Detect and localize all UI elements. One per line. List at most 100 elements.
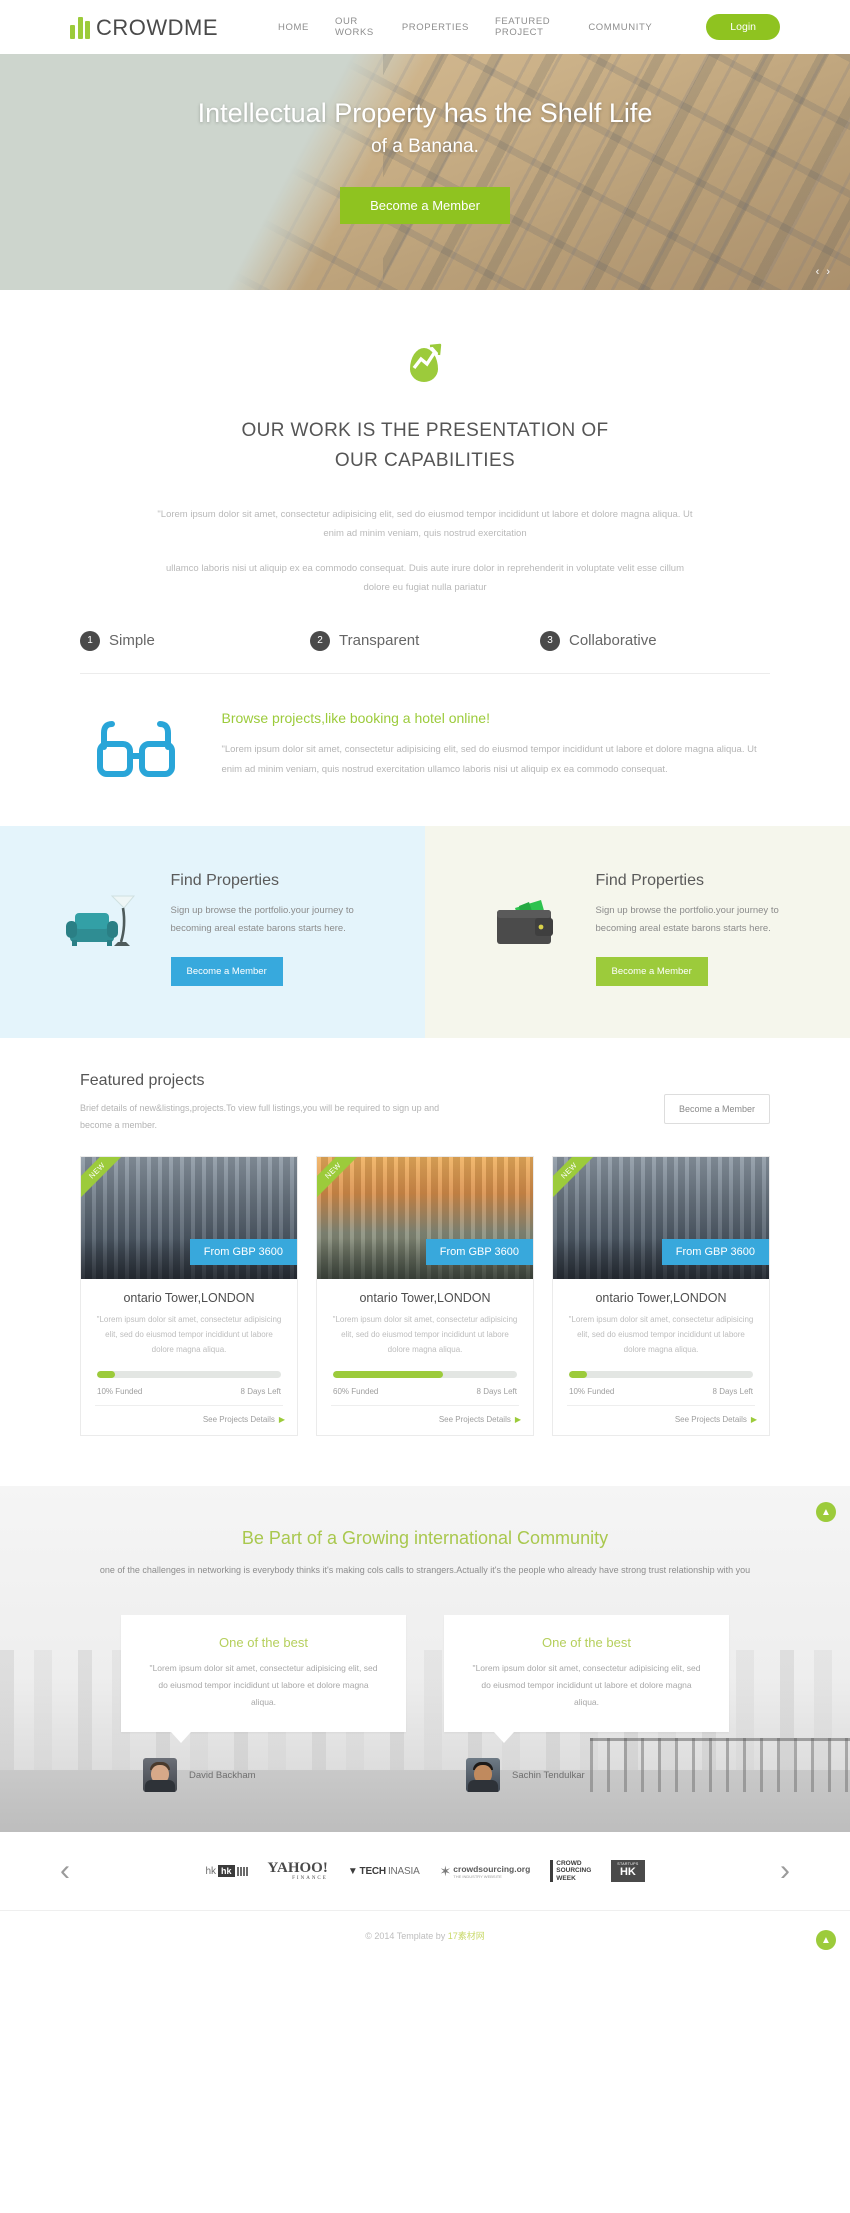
- nav-item-community[interactable]: COMMUNITY: [588, 22, 652, 33]
- see-project-details-link[interactable]: See Projects Details ▶: [317, 1406, 533, 1435]
- hero-slider-arrows[interactable]: ‹ ›: [816, 266, 832, 278]
- main-navigation: HOME OUR WORKS PROPERTIES FEATURED PROJE…: [278, 14, 780, 40]
- funded-label: 60% Funded: [333, 1387, 379, 1397]
- our-work-paragraph-1: "Lorem ipsum dolor sit amet, consectetur…: [157, 508, 693, 539]
- hero-slider: Intellectual Property has the Shelf Life…: [0, 54, 850, 290]
- funding-progress-fill: [333, 1371, 444, 1379]
- crowdsourcing-org-logo: ✶ crowdsourcing.org THE INDUSTRY WEBSITE: [439, 1862, 531, 1879]
- find-properties-panel-blue: Find Properties Sign up browse the portf…: [0, 825, 425, 1038]
- days-left-label: 8 Days Left: [240, 1387, 281, 1397]
- panel-become-member-button-cream[interactable]: Become a Member: [595, 956, 708, 986]
- step-number: 2: [310, 630, 330, 651]
- testimonial-author: David Backham: [121, 1758, 406, 1793]
- funding-progress-fill: [97, 1371, 116, 1379]
- carousel-prev-button[interactable]: ‹: [60, 1856, 70, 1886]
- work-step-collaborative[interactable]: 3 Collaborative: [540, 630, 770, 651]
- client-logos-carousel: ‹ hk hk YAHOO! FINANCE ▼ TECH INASIA ✶ cro…: [0, 1832, 850, 1911]
- panel-body: Sign up browse the portfolio.your journe…: [170, 904, 354, 935]
- browse-body-text: "Lorem ipsum dolor sit amet, consectetur…: [221, 743, 757, 775]
- wallet-icon: [488, 872, 574, 986]
- project-title: ontario Tower,LONDON: [359, 1291, 491, 1305]
- step-number: 3: [540, 630, 560, 651]
- our-work-heading: OUR WORK IS THE PRESENTATION OF OUR CAPA…: [0, 416, 850, 477]
- panel-title: Find Properties: [595, 871, 705, 889]
- panel-body: Sign up browse the portfolio.your journe…: [595, 904, 779, 935]
- avatar: [143, 1758, 177, 1793]
- carousel-next-button[interactable]: ›: [780, 1856, 790, 1886]
- funding-progress-bar: [97, 1371, 281, 1379]
- nav-item-our-works[interactable]: OUR WORKS: [335, 16, 376, 38]
- price-badge: From GBP 3600: [425, 1239, 533, 1265]
- hero-title-line1: Intellectual Property has the Shelf Life: [197, 98, 653, 128]
- funded-label: 10% Funded: [97, 1387, 143, 1397]
- find-properties-panels: Find Properties Sign up browse the portf…: [0, 825, 850, 1038]
- panel-title: Find Properties: [170, 871, 280, 889]
- hero-become-member-button[interactable]: Become a Member: [340, 186, 510, 224]
- new-ribbon-badge: NEW: [317, 1157, 364, 1202]
- testimonial-quote: "Lorem ipsum dolor sit amet, consectetur…: [149, 1663, 378, 1707]
- logo-bars-icon: [70, 15, 90, 39]
- tech-in-asia-logo: ▼ TECH INASIA: [347, 1865, 420, 1877]
- featured-subtitle: Brief details of new&listings,projects.T…: [80, 1102, 440, 1130]
- play-arrow-icon: ▶: [750, 1415, 757, 1425]
- project-description: "Lorem ipsum dolor sit amet, consectetur…: [332, 1315, 518, 1354]
- project-image: NEW From GBP 3600: [553, 1157, 769, 1279]
- testimonial-author: Sachin Tendulkar: [444, 1758, 729, 1793]
- funded-label: 10% Funded: [569, 1387, 615, 1397]
- work-step-transparent[interactable]: 2 Transparent: [310, 630, 540, 651]
- funding-progress-bar: [333, 1371, 517, 1379]
- featured-become-member-button[interactable]: Become a Member: [663, 1093, 770, 1124]
- work-step-simple[interactable]: 1 Simple: [80, 630, 310, 651]
- play-arrow-icon: ▶: [514, 1415, 521, 1425]
- see-project-details-link[interactable]: See Projects Details ▶: [553, 1406, 769, 1435]
- nav-item-featured-project[interactable]: FEATURED PROJECT: [495, 16, 562, 38]
- project-card[interactable]: NEW From GBP 3600 ontario Tower,LONDON "…: [552, 1156, 770, 1437]
- work-steps: 1 Simple 2 Transparent 3 Collaborative: [80, 630, 770, 674]
- community-section: ▲ Be Part of a Growing international Com…: [0, 1486, 850, 1833]
- site-header: CROWDME HOME OUR WORKS PROPERTIES FEATUR…: [0, 0, 850, 54]
- funding-progress-bar: [569, 1371, 753, 1379]
- testimonial-quote: "Lorem ipsum dolor sit amet, consectetur…: [472, 1663, 701, 1707]
- site-footer: © 2014 Template by 17素材网 ▲: [0, 1910, 850, 1961]
- community-subtitle: one of the challenges in networking is e…: [99, 1565, 751, 1576]
- testimonial-heading: One of the best: [542, 1635, 631, 1651]
- our-work-heading-line1: OUR WORK IS THE PRESENTATION OF: [241, 420, 609, 441]
- hero-title: Intellectual Property has the Shelf Life…: [0, 94, 850, 161]
- see-project-details-link[interactable]: See Projects Details ▶: [81, 1406, 297, 1435]
- step-label: Simple: [109, 632, 155, 650]
- panel-become-member-button-blue[interactable]: Become a Member: [170, 956, 283, 986]
- step-label: Collaborative: [569, 632, 657, 650]
- scroll-to-top-button[interactable]: ▲: [816, 1930, 836, 1951]
- sofa-lamp-icon: [63, 872, 149, 986]
- growth-arrow-icon: [408, 342, 442, 382]
- project-card[interactable]: NEW From GBP 3600 ontario Tower,LONDON "…: [80, 1156, 298, 1437]
- our-work-paragraph-2: ullamco laboris nisi ut aliquip ex ea co…: [165, 562, 685, 593]
- testimonial: One of the best "Lorem ipsum dolor sit a…: [444, 1615, 729, 1793]
- login-button[interactable]: Login: [706, 14, 780, 40]
- browse-heading: Browse projects,like booking a hotel onl…: [221, 709, 490, 726]
- avatar: [466, 1758, 500, 1793]
- days-left-label: 8 Days Left: [476, 1387, 517, 1397]
- browse-projects-section: Browse projects,like booking a hotel onl…: [80, 710, 770, 826]
- footer-brand-link[interactable]: 17素材网: [448, 1931, 485, 1941]
- yahoo-finance-logo: YAHOO! FINANCE: [267, 1860, 328, 1882]
- logo-text: CROWDME: [96, 15, 219, 40]
- nav-item-home[interactable]: HOME: [278, 22, 309, 33]
- featured-projects-section: Featured projects Brief details of new&l…: [0, 1037, 850, 1487]
- nav-item-properties[interactable]: PROPERTIES: [402, 22, 469, 33]
- author-name: David Backham: [189, 1769, 256, 1781]
- site-logo[interactable]: CROWDME: [70, 15, 218, 39]
- testimonial-list: One of the best "Lorem ipsum dolor sit a…: [0, 1615, 850, 1793]
- our-work-heading-line2: OUR CAPABILITIES: [334, 450, 516, 472]
- play-arrow-icon: ▶: [278, 1415, 285, 1425]
- testimonial: One of the best "Lorem ipsum dolor sit a…: [121, 1615, 406, 1793]
- footer-copyright: © 2014 Template by: [365, 1931, 448, 1942]
- hk-logo: hk hk: [205, 1865, 248, 1878]
- project-card[interactable]: NEW From GBP 3600 ontario Tower,LONDON "…: [316, 1156, 534, 1437]
- community-heading: Be Part of a Growing international Commu…: [241, 1528, 609, 1549]
- find-properties-panel-cream: Find Properties Sign up browse the portf…: [425, 825, 850, 1038]
- testimonial-bubble: One of the best "Lorem ipsum dolor sit a…: [444, 1615, 729, 1743]
- hero-title-line2: of a Banana.: [371, 136, 479, 158]
- author-name: Sachin Tendulkar: [512, 1769, 585, 1781]
- funding-progress-fill: [569, 1371, 588, 1379]
